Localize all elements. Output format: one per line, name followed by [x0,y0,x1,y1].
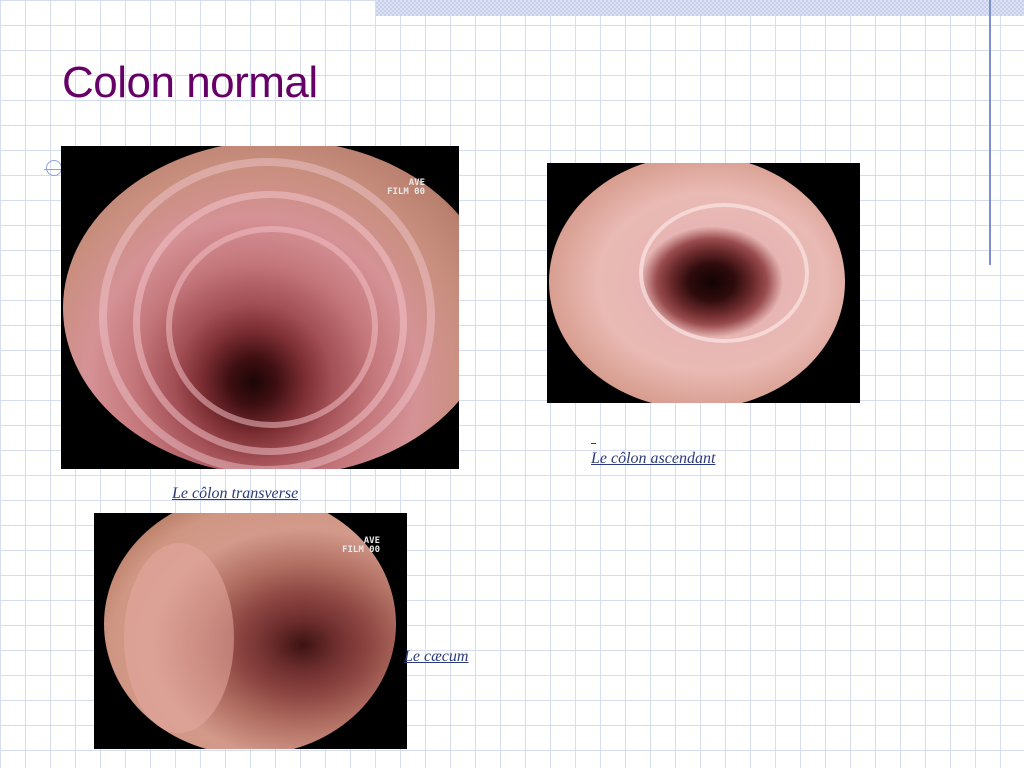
video-overlay-text: AVE FILM 00 [342,537,380,555]
endoscopy-image-transverse-colon: AVE FILM 00 [61,146,459,469]
endoscopy-image-caecum: AVE FILM 00 [94,513,407,749]
caption-link-caecum[interactable]: Le cæcum [404,648,468,666]
overlay-line: FILM 00 [342,545,380,555]
haustral-fold [99,158,435,469]
caecal-fold [124,543,234,733]
overlay-line: FILM 00 [387,187,425,197]
caption-link-ascending-colon[interactable]: Le côlon ascendant [591,450,715,468]
slide-title: Colon normal [62,58,318,107]
caption-dash-mark [591,443,596,444]
right-vertical-rule [989,0,991,265]
caption-link-transverse-colon[interactable]: Le côlon transverse [172,485,298,503]
top-decorative-band [376,0,1024,16]
lumen-rim [639,203,809,343]
bullet-marker-icon [46,160,62,176]
endoscopy-image-ascending-colon [547,163,860,403]
video-overlay-text: AVE FILM 00 [387,179,425,197]
